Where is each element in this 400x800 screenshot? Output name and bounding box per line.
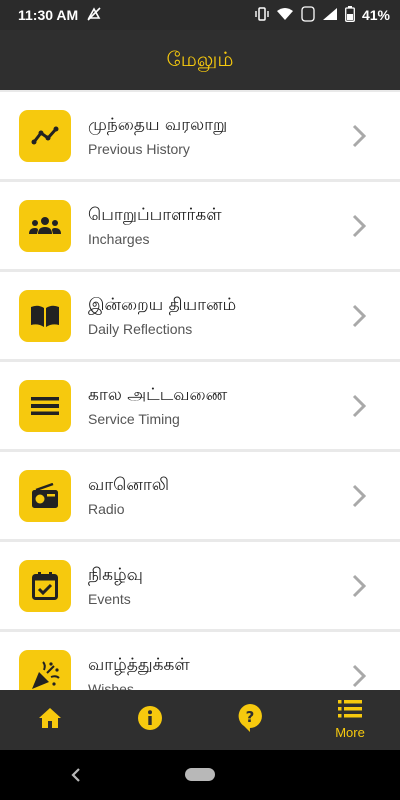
status-bar: 11:30 AM 41%	[0, 0, 400, 30]
volte-icon	[301, 5, 315, 25]
menu-item-title: பொறுப்பாளர்கள்	[88, 205, 222, 225]
chevron-right-icon	[352, 124, 367, 153]
menu-item-subtitle: Wishes	[88, 681, 134, 690]
menu-item-title: முந்தைய வரலாறு	[88, 115, 228, 135]
party-popper-icon	[19, 650, 71, 690]
menu-item-subtitle: Daily Reflections	[88, 321, 193, 337]
chevron-right-icon	[352, 394, 367, 423]
svg-text:?: ?	[246, 708, 255, 726]
notification-icon	[86, 6, 102, 25]
page-title: மேலும்	[166, 46, 234, 71]
menu-item-previous-history[interactable]: முந்தைய வரலாறு Previous History	[0, 92, 400, 179]
menu-item-title: நிகழ்வு	[88, 565, 143, 585]
home-icon	[38, 707, 62, 734]
timetable-icon	[19, 380, 71, 432]
menu-list: முந்தைய வரலாறு Previous History பொறுப்பா…	[0, 92, 400, 690]
list-icon	[338, 700, 362, 723]
wifi-icon	[276, 7, 294, 24]
menu-item-subtitle: Events	[88, 591, 131, 607]
home-pill-button[interactable]	[185, 768, 215, 781]
bottom-navigation: ? More	[0, 690, 400, 750]
back-icon[interactable]	[70, 767, 82, 788]
chevron-right-icon	[352, 574, 367, 603]
status-time: 11:30 AM	[18, 7, 79, 23]
calendar-check-icon	[19, 560, 71, 612]
nav-home-button[interactable]	[0, 690, 100, 750]
menu-item-title: வாழ்த்துக்கள்	[88, 655, 190, 675]
help-icon: ?	[237, 703, 263, 738]
nav-more-button[interactable]: More	[300, 690, 400, 750]
people-icon	[19, 200, 71, 252]
open-book-icon	[19, 290, 71, 342]
menu-item-daily-reflections[interactable]: இன்றைய தியானம் Daily Reflections	[0, 272, 400, 359]
menu-item-subtitle: Radio	[88, 501, 125, 517]
chevron-right-icon	[352, 214, 367, 243]
menu-item-events[interactable]: நிகழ்வு Events	[0, 542, 400, 629]
menu-item-title: கால அட்டவணை	[88, 385, 228, 405]
chevron-right-icon	[352, 664, 367, 690]
menu-item-title: வானொலி	[88, 475, 170, 495]
menu-item-subtitle: Service Timing	[88, 411, 180, 427]
info-icon	[137, 705, 163, 736]
chevron-right-icon	[352, 484, 367, 513]
system-navigation-bar	[0, 750, 400, 800]
battery-percent: 41%	[361, 7, 390, 23]
menu-item-wishes[interactable]: வாழ்த்துக்கள் Wishes	[0, 632, 400, 690]
menu-item-incharges[interactable]: பொறுப்பாளர்கள் Incharges	[0, 182, 400, 269]
chevron-right-icon	[352, 304, 367, 333]
menu-item-subtitle: Previous History	[88, 141, 190, 157]
vibrate-icon	[255, 6, 269, 25]
trend-line-icon	[19, 110, 71, 162]
nav-info-button[interactable]	[100, 690, 200, 750]
menu-item-subtitle: Incharges	[88, 231, 150, 247]
menu-item-service-timing[interactable]: கால அட்டவணை Service Timing	[0, 362, 400, 449]
menu-item-title: இன்றைய தியானம்	[88, 295, 237, 315]
battery-icon	[345, 5, 355, 25]
nav-more-label: More	[335, 725, 365, 740]
app-bar: மேலும்	[0, 30, 400, 90]
menu-item-radio[interactable]: வானொலி Radio	[0, 452, 400, 539]
signal-icon	[322, 7, 338, 24]
nav-help-button[interactable]: ?	[200, 690, 300, 750]
radio-icon	[19, 470, 71, 522]
